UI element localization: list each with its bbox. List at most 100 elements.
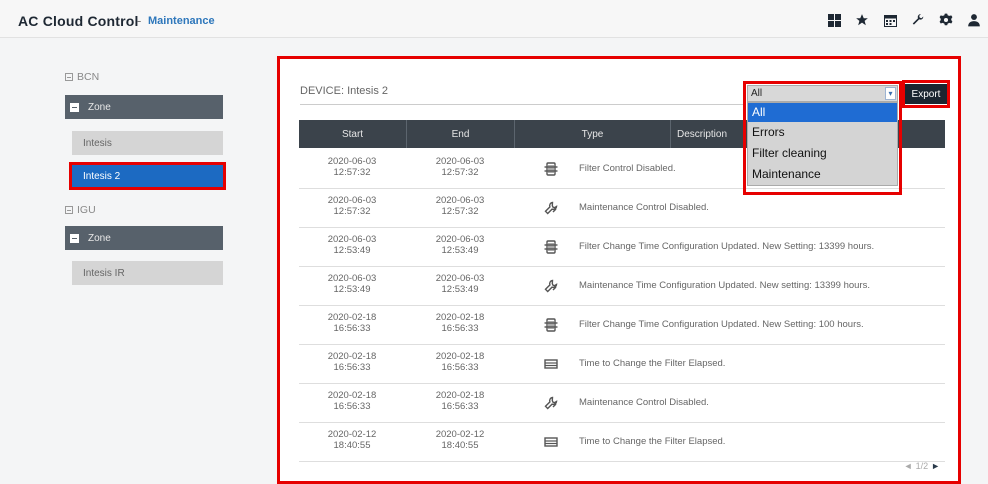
- site-igu[interactable]: IGU: [65, 204, 96, 216]
- sidebar-item-intesis-ir[interactable]: Intesis IR: [72, 261, 223, 285]
- prev-page-icon[interactable]: ◄: [904, 461, 913, 471]
- option-filter-cleaning[interactable]: Filter cleaning: [748, 143, 897, 164]
- start-date: 2020-06-03: [327, 234, 377, 245]
- maintenance-icon: [544, 279, 558, 293]
- option-maintenance[interactable]: Maintenance: [748, 164, 897, 185]
- collapse-icon[interactable]: [70, 233, 79, 243]
- event-type: Maintenance Time Configuration Updated. …: [579, 280, 870, 291]
- events-table: 2020-06-03 12:57:32 2020-06-03 12:57:32 Filt…: [299, 150, 945, 462]
- page-indicator: 1/2: [915, 461, 929, 471]
- column-type[interactable]: Type: [515, 120, 670, 148]
- event-type: Maintenance Control Disabled.: [579, 397, 709, 408]
- end-cell: 2020-06-03 12:57:32: [411, 156, 509, 178]
- export-button[interactable]: Export: [905, 84, 947, 104]
- type-filter-options: All Errors Filter cleaning Maintenance: [747, 102, 898, 186]
- type-filter-select[interactable]: All ▾: [747, 85, 898, 102]
- start-time: 16:56:33: [333, 401, 371, 412]
- end-cell: 2020-02-12 18:40:55: [411, 429, 509, 451]
- pagination: ◄ 1/2 ►: [904, 461, 940, 471]
- maintenance-icon: [544, 396, 558, 410]
- end-time: 12:53:49: [441, 284, 479, 295]
- divider: [300, 104, 746, 105]
- end-cell: 2020-02-18 16:56:33: [411, 390, 509, 412]
- filter-icon: [544, 162, 558, 176]
- option-all[interactable]: All: [748, 103, 897, 122]
- table-row[interactable]: 2020-02-18 16:56:33 2020-02-18 16:56:33 Filt…: [299, 306, 945, 345]
- filter-icon: [544, 240, 558, 254]
- event-type: Filter Control Disabled.: [579, 163, 676, 174]
- start-cell: 2020-02-18 16:56:33: [303, 390, 401, 412]
- end-time: 12:57:32: [441, 206, 479, 217]
- filter-elapsed-icon: [544, 357, 558, 371]
- start-time: 16:56:33: [333, 362, 371, 373]
- start-cell: 2020-06-03 12:53:49: [303, 234, 401, 256]
- start-date: 2020-06-03: [327, 273, 377, 284]
- option-errors[interactable]: Errors: [748, 122, 897, 143]
- next-page-icon[interactable]: ►: [931, 461, 940, 471]
- end-date: 2020-06-03: [435, 234, 485, 245]
- device-label: Intesis IR: [83, 267, 125, 279]
- column-end[interactable]: End: [407, 120, 514, 148]
- end-time: 18:40:55: [441, 440, 479, 451]
- start-cell: 2020-06-03 12:57:32: [303, 156, 401, 178]
- end-cell: 2020-06-03 12:53:49: [411, 234, 509, 256]
- end-date: 2020-06-03: [435, 273, 485, 284]
- grid-icon[interactable]: [820, 12, 848, 28]
- sidebar-item-intesis-2[interactable]: Intesis 2: [72, 164, 223, 188]
- start-time: 12:53:49: [333, 284, 371, 295]
- title-separator: -: [137, 13, 142, 28]
- column-start[interactable]: Start: [299, 120, 406, 148]
- start-date: 2020-06-03: [327, 195, 377, 206]
- collapse-icon[interactable]: [65, 206, 73, 214]
- table-row[interactable]: 2020-06-03 12:53:49 2020-06-03 12:53:49 Filt…: [299, 228, 945, 267]
- start-cell: 2020-06-03 12:57:32: [303, 195, 401, 217]
- start-date: 2020-02-12: [327, 429, 377, 440]
- top-header: AC Cloud Control - Maintenance: [0, 0, 988, 38]
- start-time: 12:57:32: [333, 167, 371, 178]
- start-cell: 2020-02-18 16:56:33: [303, 351, 401, 373]
- end-time: 12:57:32: [441, 167, 479, 178]
- end-time: 16:56:33: [441, 323, 479, 334]
- start-date: 2020-06-03: [327, 156, 377, 167]
- event-type: Filter Change Time Configuration Updated…: [579, 319, 864, 330]
- header-toolbar: [820, 12, 988, 28]
- start-time: 18:40:55: [333, 440, 371, 451]
- user-icon[interactable]: [960, 12, 988, 28]
- end-date: 2020-02-18: [435, 390, 485, 401]
- end-date: 2020-02-18: [435, 351, 485, 362]
- start-date: 2020-02-18: [327, 390, 377, 401]
- chevron-down-icon[interactable]: ▾: [885, 87, 896, 100]
- select-value: All: [751, 88, 763, 99]
- table-row[interactable]: 2020-06-03 12:57:32 2020-06-03 12:57:32 Main…: [299, 189, 945, 228]
- start-time: 12:57:32: [333, 206, 371, 217]
- end-date: 2020-06-03: [435, 195, 485, 206]
- end-cell: 2020-02-18 16:56:33: [411, 351, 509, 373]
- filter-icon: [544, 318, 558, 332]
- table-row[interactable]: 2020-06-03 12:53:49 2020-06-03 12:53:49 Main…: [299, 267, 945, 306]
- device-title: DEVICE: Intesis 2: [300, 85, 389, 97]
- sidebar-item-intesis[interactable]: Intesis: [72, 131, 223, 155]
- end-time: 16:56:33: [441, 362, 479, 373]
- site-bcn[interactable]: BCN: [65, 71, 99, 83]
- end-date: 2020-02-12: [435, 429, 485, 440]
- wrench-icon[interactable]: [904, 12, 932, 28]
- event-type: Filter Change Time Configuration Updated…: [579, 241, 875, 252]
- star-icon[interactable]: [848, 12, 876, 28]
- device-label: Intesis 2: [83, 170, 121, 182]
- table-row[interactable]: 2020-02-18 16:56:33 2020-02-18 16:56:33 Time…: [299, 345, 945, 384]
- collapse-icon[interactable]: [65, 73, 73, 81]
- site-label: BCN: [77, 71, 100, 83]
- start-cell: 2020-02-18 16:56:33: [303, 312, 401, 334]
- gear-icon[interactable]: [932, 12, 960, 28]
- collapse-icon[interactable]: [70, 102, 79, 112]
- table-row[interactable]: 2020-02-18 16:56:33 2020-02-18 16:56:33 Main…: [299, 384, 945, 423]
- start-time: 16:56:33: [333, 323, 371, 334]
- calendar-icon[interactable]: [876, 12, 904, 28]
- zone-bcn[interactable]: Zone: [65, 95, 223, 119]
- sidebar: BCN Zone Intesis Intesis 2 IGU Zone Inte…: [0, 38, 250, 484]
- site-label: IGU: [77, 204, 96, 216]
- zone-igu[interactable]: Zone: [65, 226, 223, 250]
- end-cell: 2020-06-03 12:53:49: [411, 273, 509, 295]
- event-type: Maintenance Control Disabled.: [579, 202, 709, 213]
- table-row[interactable]: 2020-02-12 18:40:55 2020-02-12 18:40:55 Time…: [299, 423, 945, 462]
